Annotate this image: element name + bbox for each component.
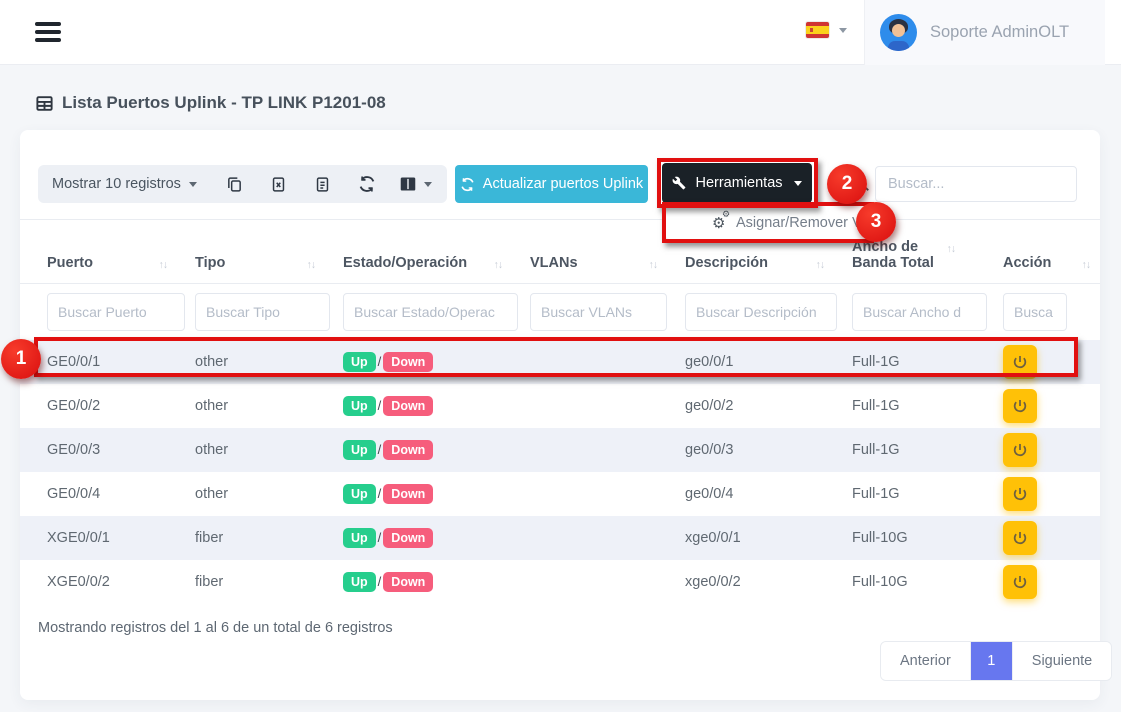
filter-estado-input[interactable] — [343, 293, 518, 331]
power-toggle-button[interactable] — [1003, 565, 1037, 599]
top-navbar: Soporte AdminOLT — [0, 0, 1121, 65]
app-window: Soporte AdminOLT Lista Puertos Uplink - … — [0, 0, 1121, 712]
pagination: Anterior 1 Siguiente — [880, 641, 1112, 681]
power-icon — [1012, 398, 1028, 414]
update-uplink-ports-button[interactable]: Actualizar puertos Uplink — [455, 165, 648, 203]
chevron-down-icon — [189, 182, 197, 187]
table-row: XGE0/0/1 fiber Up/Down xge0/0/1 Full-10G — [20, 516, 1100, 560]
column-header-vlans[interactable]: ↑↓ VLANs — [530, 220, 685, 284]
page-1-button[interactable]: 1 — [971, 642, 1012, 680]
table-row: GE0/0/2 other Up/Down ge0/0/2 Full-1G — [20, 384, 1100, 428]
status-down-badge: Down — [383, 396, 433, 416]
tools-dropdown-menu: ⚙ ⚙ Asignar/Remover Vlan — [666, 206, 870, 239]
power-toggle-button[interactable] — [1003, 521, 1037, 555]
status-down-badge: Down — [383, 572, 433, 592]
power-toggle-button[interactable] — [1003, 345, 1037, 379]
table-row: XGE0/0/2 fiber Up/Down xge0/0/2 Full-10G — [20, 560, 1100, 604]
table-toolbar: Mostrar 10 registros — [38, 165, 447, 203]
tools-dropdown-button[interactable]: Herramientas — [662, 163, 812, 203]
columns-icon — [399, 176, 417, 192]
user-menu[interactable]: Soporte AdminOLT — [865, 0, 1105, 65]
pdf-export-button[interactable] — [311, 172, 335, 196]
show-entries-select[interactable]: Mostrar 10 registros — [52, 176, 197, 192]
column-header-estado[interactable]: ↑↓ Estado/Operación — [343, 220, 530, 284]
column-header-puerto[interactable]: ↑↓ Puerto — [20, 220, 195, 284]
status-down-badge: Down — [383, 352, 433, 372]
refresh-icon — [460, 177, 475, 192]
status-up-badge: Up — [343, 528, 376, 548]
excel-export-button[interactable] — [267, 172, 291, 196]
sort-icon: ↑↓ — [816, 259, 825, 271]
power-icon — [1012, 530, 1028, 546]
sort-icon: ↑↓ — [159, 259, 168, 271]
chevron-down-icon — [839, 28, 847, 33]
table-row: GE0/0/3 other Up/Down ge0/0/3 Full-1G — [20, 428, 1100, 472]
spain-flag-icon — [806, 22, 829, 38]
status-up-badge: Up — [343, 396, 376, 416]
records-info: Mostrando registros del 1 al 6 de un tot… — [38, 620, 393, 636]
sort-icon: ↑↓ — [649, 259, 658, 271]
filter-puerto-input[interactable] — [47, 293, 185, 331]
language-selector[interactable] — [806, 22, 847, 38]
hamburger-menu-icon[interactable] — [35, 22, 61, 43]
power-icon — [1012, 354, 1028, 370]
filter-tipo-input[interactable] — [195, 293, 330, 331]
filter-vlans-input[interactable] — [530, 293, 667, 331]
status-down-badge: Down — [383, 528, 433, 548]
gears-icon: ⚙ ⚙ — [712, 214, 730, 232]
column-header-tipo[interactable]: ↑↓ Tipo — [195, 220, 343, 284]
status-up-badge: Up — [343, 440, 376, 460]
power-icon — [1012, 574, 1028, 590]
column-visibility-button[interactable] — [399, 176, 432, 192]
sort-icon: ↑↓ — [947, 243, 956, 255]
ports-card: Mostrar 10 registros — [20, 130, 1100, 700]
copy-button[interactable] — [223, 172, 247, 196]
filter-accion-input[interactable] — [1003, 293, 1067, 331]
table-row: GE0/0/1 other Up/Down ge0/0/1 Full-1G — [20, 340, 1100, 384]
wrench-icon — [672, 176, 686, 190]
chevron-down-icon — [794, 181, 802, 186]
table-row: GE0/0/4 other Up/Down ge0/0/4 Full-1G — [20, 472, 1100, 516]
menu-item-asignar-remover-vlan[interactable]: Asignar/Remover Vlan — [736, 215, 881, 231]
page-title: Lista Puertos Uplink - TP LINK P1201-08 — [35, 93, 386, 113]
filter-descripcion-input[interactable] — [685, 293, 837, 331]
power-toggle-button[interactable] — [1003, 477, 1037, 511]
sort-icon: ↑↓ — [307, 259, 316, 271]
status-up-badge: Up — [343, 572, 376, 592]
status-down-badge: Down — [383, 484, 433, 504]
filter-ancho-input[interactable] — [852, 293, 987, 331]
status-up-badge: Up — [343, 352, 376, 372]
user-avatar — [880, 14, 917, 51]
table-icon — [35, 94, 54, 113]
status-up-badge: Up — [343, 484, 376, 504]
sort-icon: ↑↓ — [494, 259, 503, 271]
refresh-button[interactable] — [355, 172, 379, 196]
user-name: Soporte AdminOLT — [930, 23, 1069, 42]
power-icon — [1012, 486, 1028, 502]
column-header-accion[interactable]: ↑↓ Acción — [1003, 220, 1100, 284]
sort-icon: ↑↓ — [1082, 259, 1091, 271]
power-toggle-button[interactable] — [1003, 433, 1037, 467]
power-toggle-button[interactable] — [1003, 389, 1037, 423]
ports-table: ↑↓ Puerto ↑↓ Tipo ↑↓ Estado/Operación ↑↓… — [20, 219, 1100, 604]
global-search-input[interactable] — [875, 166, 1077, 202]
previous-page-button[interactable]: Anterior — [881, 642, 971, 680]
search-icon — [852, 174, 871, 193]
next-page-button[interactable]: Siguiente — [1012, 642, 1111, 680]
chevron-down-icon — [424, 182, 432, 187]
status-down-badge: Down — [383, 440, 433, 460]
power-icon — [1012, 442, 1028, 458]
